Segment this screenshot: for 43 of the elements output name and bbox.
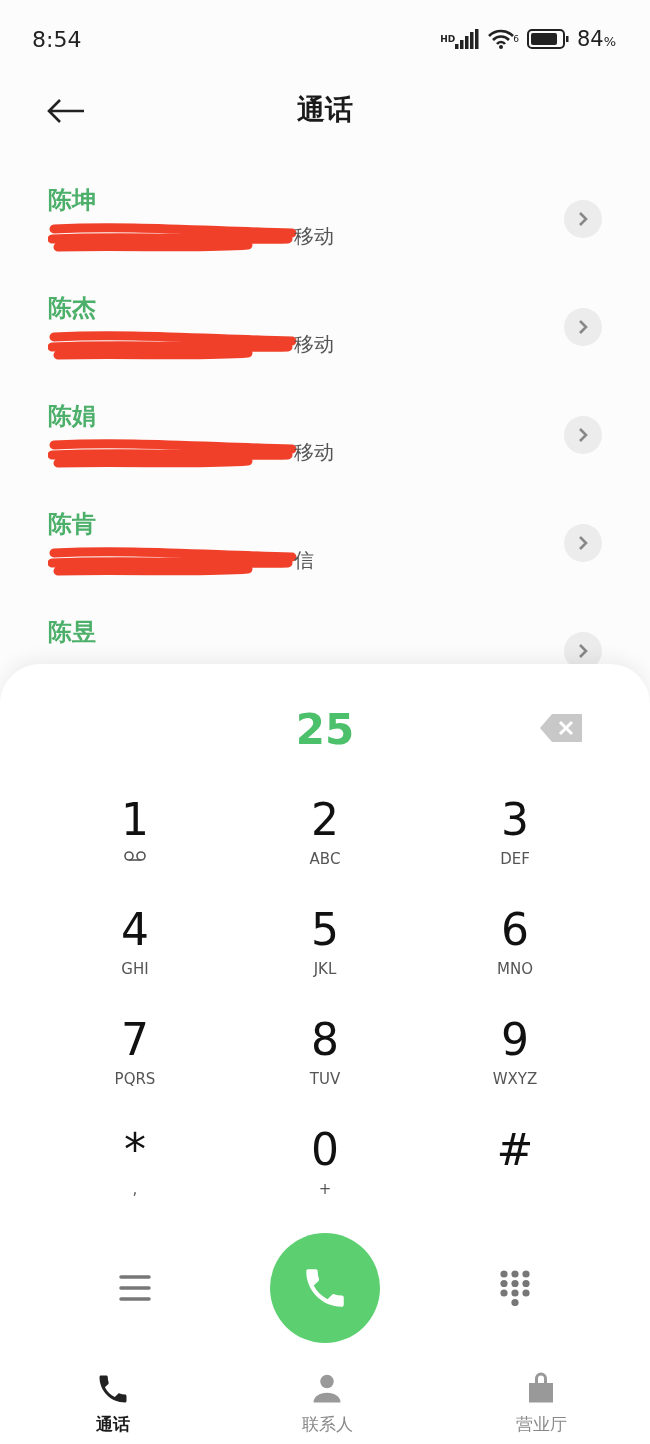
signal-icon: [455, 29, 480, 49]
dial-key[interactable]: 9 WXYZ: [420, 1014, 610, 1124]
percent-sign: %: [603, 34, 616, 49]
dial-key[interactable]: 0 +: [230, 1124, 420, 1234]
dial-key[interactable]: * ,: [40, 1124, 230, 1234]
dial-key[interactable]: 1: [40, 794, 230, 904]
wifi-icon: [487, 29, 516, 49]
back-arrow-icon[interactable]: [46, 98, 86, 124]
contact-detail: 信: [294, 546, 314, 574]
dial-key[interactable]: 8 TUV: [230, 1014, 420, 1124]
details-button[interactable]: [564, 416, 602, 454]
dial-key[interactable]: #: [420, 1124, 610, 1234]
chevron-right-icon: [577, 319, 589, 335]
dialed-number: 25: [295, 704, 355, 754]
chevron-right-icon: [577, 427, 589, 443]
chevron-right-icon: [577, 535, 589, 551]
page-title: 通话: [297, 92, 353, 128]
nav-tab[interactable]: 营业厅: [486, 1370, 596, 1437]
details-button[interactable]: [564, 524, 602, 562]
battery-percent: 84: [576, 27, 604, 51]
nav-tab[interactable]: 联系人: [272, 1370, 382, 1437]
dial-key[interactable]: 3 DEF: [420, 794, 610, 904]
menu-icon[interactable]: [119, 1274, 151, 1302]
chevron-right-icon: [577, 211, 589, 227]
details-button[interactable]: [564, 632, 602, 664]
wifi-generation-label: 6: [513, 34, 519, 44]
details-button[interactable]: [564, 200, 602, 238]
dial-key[interactable]: 4 GHI: [40, 904, 230, 1014]
dial-key[interactable]: 6 MNO: [420, 904, 610, 1014]
chevron-right-icon: [577, 643, 589, 659]
status-time: 8:54: [32, 26, 82, 52]
contact-detail: 移动: [294, 330, 334, 358]
dial-key[interactable]: 5 JKL: [230, 904, 420, 1014]
dial-key[interactable]: 7 PQRS: [40, 1014, 230, 1124]
contact-detail: 移动: [294, 222, 334, 250]
nav-tab[interactable]: 通话: [58, 1370, 168, 1437]
dialpad-icon[interactable]: [499, 1270, 531, 1306]
details-button[interactable]: [564, 308, 602, 346]
contact-detail: 移动: [294, 438, 334, 466]
hd-label: HD: [440, 34, 456, 44]
battery-icon: [526, 29, 569, 49]
dial-key[interactable]: 2 ABC: [230, 794, 420, 904]
voicemail-icon: [123, 850, 147, 862]
